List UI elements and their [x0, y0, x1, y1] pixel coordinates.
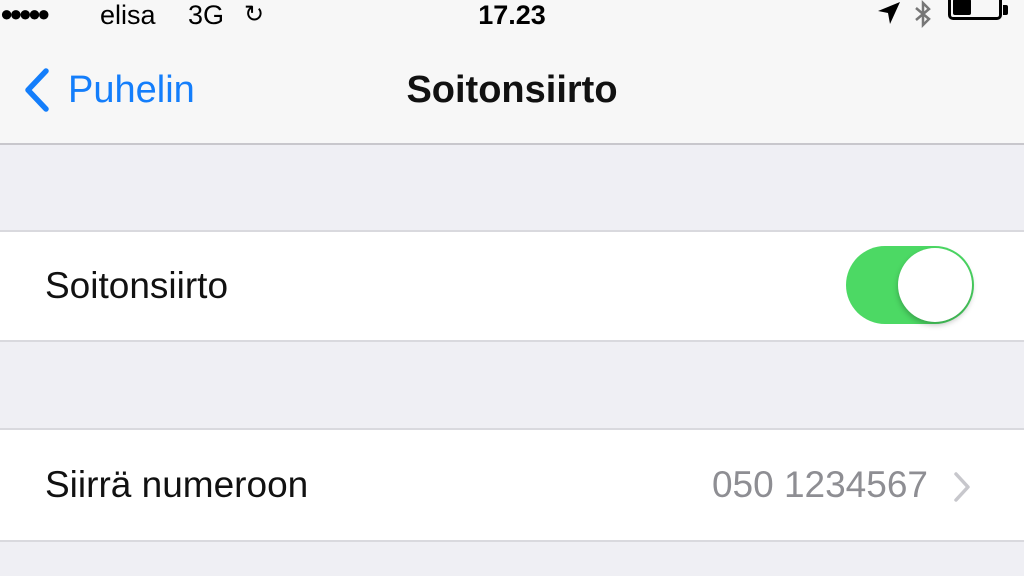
- forward-to-number-value: 050 1234567: [711, 464, 928, 505]
- location-icon: [878, 2, 900, 24]
- status-time: 17.23: [478, 0, 546, 30]
- status-bar: ●●●●● elisa 3G ↻ 17.23: [0, 0, 1024, 40]
- call-forwarding-label: Soitonsiirto: [45, 265, 229, 306]
- bluetooth-icon: [915, 0, 931, 28]
- call-forwarding-toggle[interactable]: [846, 246, 974, 324]
- chevron-right-icon: [954, 472, 970, 502]
- call-forwarding-row: Soitonsiirto: [0, 230, 1024, 342]
- page-title: Soitonsiirto: [406, 69, 618, 111]
- forward-to-number-label: Siirrä numeroon: [45, 464, 309, 505]
- forward-to-number-row[interactable]: Siirrä numeroon 050 1234567: [0, 428, 1024, 542]
- battery-icon: [948, 0, 1008, 20]
- navigation-bar: Puhelin Soitonsiirto: [0, 40, 1024, 145]
- toggle-knob: [898, 248, 972, 322]
